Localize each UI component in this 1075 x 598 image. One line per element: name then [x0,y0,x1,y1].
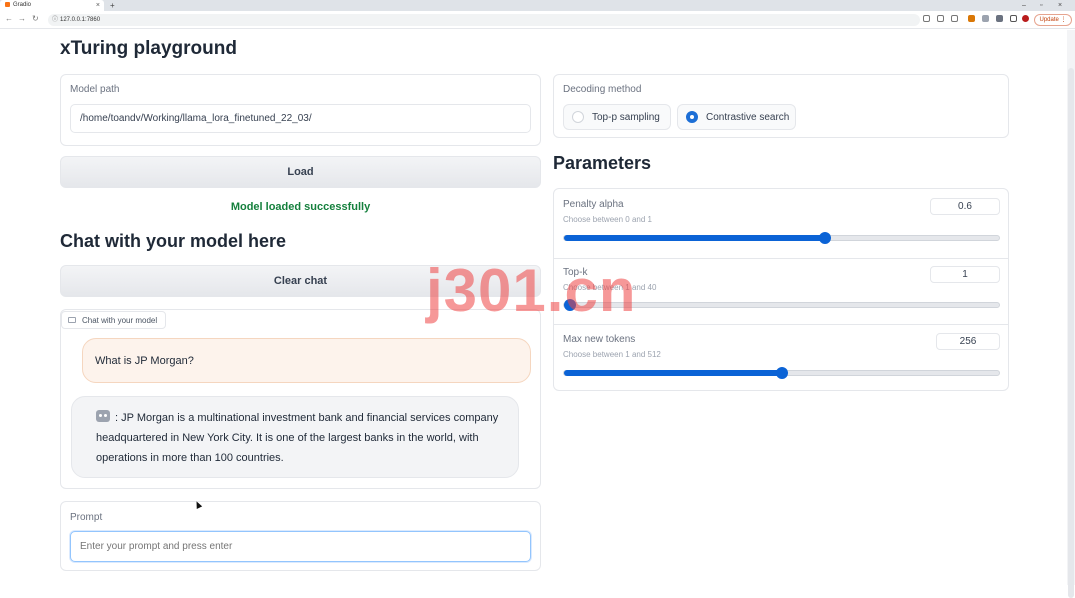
update-button[interactable]: Update ⋮ [1034,14,1072,26]
extensions-puzzle-icon[interactable] [996,15,1003,22]
slider-number-input[interactable]: 1 [930,266,1000,283]
address-url: 127.0.0.1:7860 [60,17,101,23]
model-path-label: Model path [70,84,120,95]
slider-hint: Choose between 0 and 1 [563,215,652,224]
slider-fill [564,235,825,241]
slider-hint: Choose between 1 and 512 [563,350,661,359]
slider-label: Max new tokens [563,334,636,345]
address-bar[interactable]: ⓘ 127.0.0.1:7860 [48,14,920,26]
slider-number-input[interactable]: 256 [936,333,1000,350]
bot-message-prefix: : [112,412,122,424]
chatbot-label: Chat with your model [61,311,167,329]
site-info-icon[interactable]: ⓘ [52,14,58,26]
decoding-method-block: Decoding method Top-p sampling Contrasti… [553,74,1009,138]
sidepanel-icon[interactable] [1010,15,1017,22]
reload-icon[interactable]: ↻ [32,14,39,23]
bot-message: : JP Morgan is a multinational investmen… [71,396,519,478]
radio-label: Top-p sampling [592,111,660,123]
profile-avatar[interactable] [1022,15,1029,22]
prompt-label: Prompt [70,512,103,523]
radio-contrastive-search[interactable]: Contrastive search [677,104,796,130]
gradio-favicon-icon [5,1,10,7]
robot-icon [96,410,110,422]
tab-close-icon[interactable]: × [96,0,100,11]
app-title: xTuring playground [60,38,237,59]
chat-heading: Chat with your model here [60,231,287,251]
radio-checked-icon [686,111,698,123]
slider-fill [564,370,782,376]
browser-tab-bar: Gradio × + – ▫ × [0,0,1075,11]
extension-fox-icon[interactable] [968,15,975,22]
slider-thumb[interactable] [819,232,831,244]
share-icon[interactable] [937,15,944,22]
prompt-block: Prompt [60,501,541,571]
browser-toolbar: ← → ↻ ⓘ 127.0.0.1:7860 Update ⋮ [0,11,1075,29]
tab-title: Gradio [13,2,32,8]
bookmark-star-icon[interactable] [951,15,958,22]
parameters-heading: Parameters [553,153,652,173]
decoding-method-label: Decoding method [563,84,642,95]
user-message: What is JP Morgan? [82,338,531,383]
browser-tab[interactable]: Gradio × [0,0,104,11]
page-scrollbar[interactable] [1067,30,1075,598]
watermark-text: j301.cn [426,257,637,324]
status-message: Model loaded successfully [230,201,371,213]
load-button[interactable]: Load [60,156,541,188]
slider-track[interactable] [563,232,1000,244]
extension-icon[interactable] [982,15,989,22]
model-path-input[interactable]: /home/toandv/Working/llama_lora_finetune… [70,104,531,133]
window-minimize-button[interactable]: – [1022,0,1026,11]
chatbot-label-text: Chat with your model [82,315,158,325]
radio-top-p-sampling[interactable]: Top-p sampling [563,104,671,130]
bot-message-text: JP Morgan is a multinational investment … [96,412,499,464]
slider-thumb[interactable] [775,367,788,379]
radio-unchecked-icon [572,111,584,123]
scrollbar-thumb[interactable] [1068,68,1074,598]
prompt-input[interactable] [70,531,531,562]
model-path-block: Model path /home/toandv/Working/llama_lo… [60,74,541,146]
chat-icon [68,317,76,323]
update-label: Update [1039,17,1059,23]
slider-track[interactable] [563,367,1000,379]
window-maximize-button[interactable]: ▫ [1040,0,1042,11]
slider-number-input[interactable]: 0.6 [930,198,1000,215]
new-tab-button[interactable]: + [110,0,115,11]
slider-label: Penalty alpha [563,199,624,210]
zoom-icon[interactable] [923,15,930,22]
window-close-button[interactable]: × [1058,0,1062,11]
slider-penalty-alpha: Penalty alpha Choose between 0 and 1 0.6 [554,189,1008,259]
back-arrow-icon[interactable]: ← [5,14,13,23]
forward-arrow-icon[interactable]: → [18,14,26,23]
slider-max-new-tokens: Max new tokens Choose between 1 and 512 … [554,325,1008,391]
radio-label: Contrastive search [706,111,790,123]
